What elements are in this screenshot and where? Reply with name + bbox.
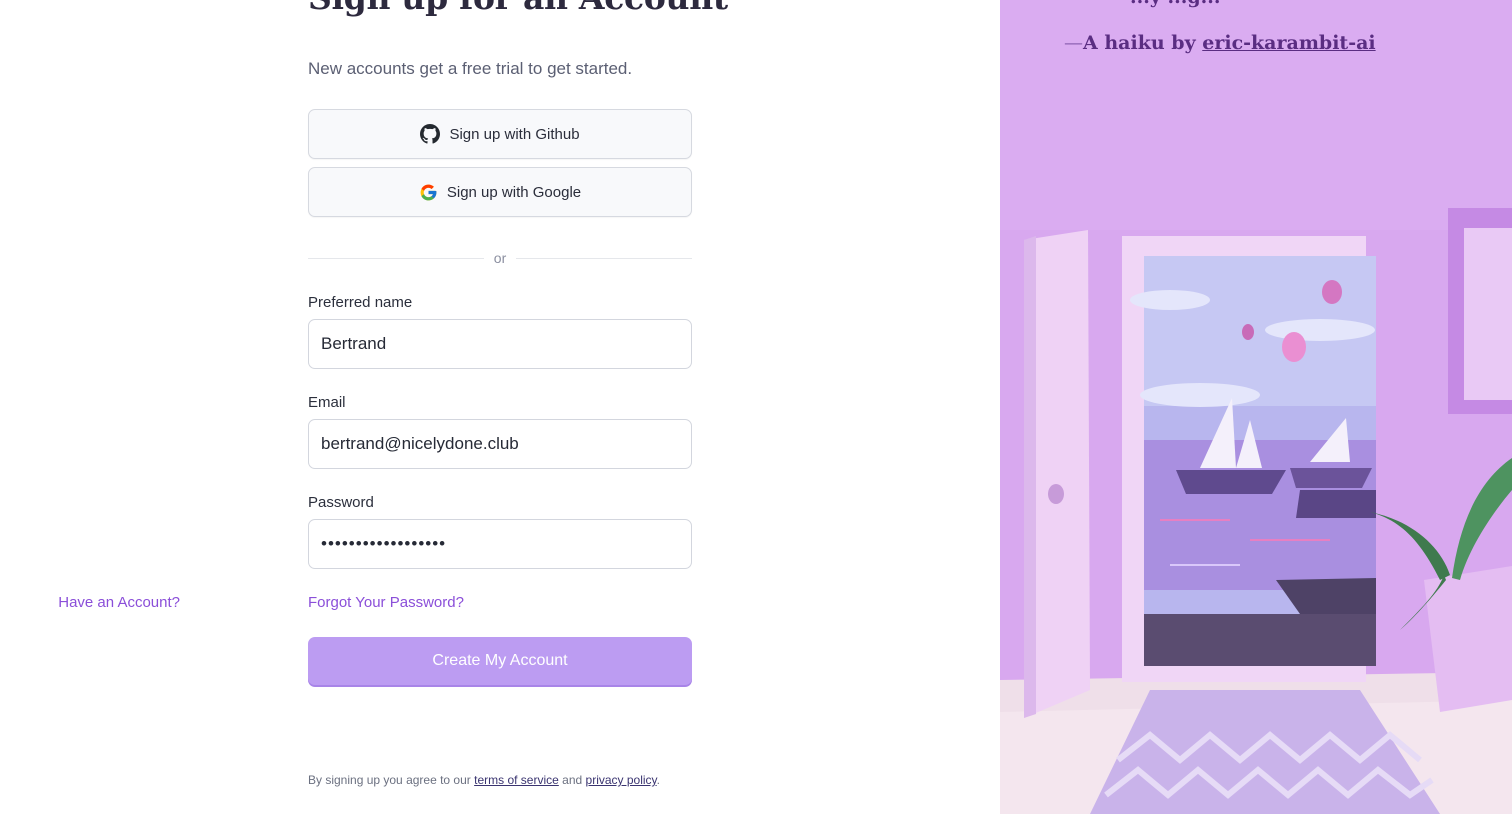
github-icon bbox=[420, 124, 441, 144]
password-field[interactable] bbox=[308, 519, 692, 569]
password-label: Password bbox=[308, 494, 374, 511]
legal-and: and bbox=[562, 773, 583, 787]
legal-prefix: By signing up you agree to our bbox=[308, 773, 471, 787]
doorway-illustration bbox=[1000, 0, 1512, 814]
divider-line-left bbox=[308, 257, 484, 259]
github-signup-button[interactable]: Sign up with Github bbox=[308, 109, 692, 159]
email-field[interactable] bbox=[308, 419, 692, 469]
divider-text: or bbox=[493, 250, 507, 266]
haiku-prefix: A haiku by bbox=[1083, 32, 1196, 54]
google-signup-label: Sign up with Google bbox=[446, 183, 582, 201]
legal-suffix: . bbox=[656, 773, 661, 787]
haiku-dash: — bbox=[1064, 32, 1083, 54]
page-title: Sign up for an Account bbox=[308, 0, 728, 17]
legal-notice: By signing up you agree to our terms of … bbox=[308, 773, 660, 787]
github-signup-label: Sign up with Github bbox=[449, 125, 580, 143]
haiku-author-link[interactable]: eric-karambit-ai bbox=[1202, 32, 1375, 54]
create-account-button[interactable]: Create My Account bbox=[308, 637, 692, 685]
divider-line-right bbox=[516, 257, 693, 259]
have-account-link[interactable]: Have an Account? bbox=[58, 594, 180, 611]
email-label: Email bbox=[308, 394, 346, 411]
privacy-policy-link[interactable]: privacy policy bbox=[586, 773, 657, 787]
name-label: Preferred name bbox=[308, 294, 413, 311]
google-icon bbox=[420, 184, 437, 200]
or-divider: or bbox=[308, 248, 693, 268]
haiku-credit: —A haiku by eric-karambit-ai bbox=[1064, 32, 1376, 54]
page-subtitle: New accounts get a free trial to get sta… bbox=[308, 59, 633, 78]
terms-of-service-link[interactable]: terms of service bbox=[474, 773, 559, 787]
name-field[interactable] bbox=[308, 319, 692, 369]
forgot-password-link[interactable]: Forgot Your Password? bbox=[308, 594, 464, 611]
illustration-panel: ...y ...g... —A haiku by eric-karambit-a… bbox=[1000, 0, 1512, 814]
haiku-text-top: ...y ...g... bbox=[1130, 0, 1220, 8]
signup-form-panel: Sign up for an Account New accounts get … bbox=[0, 0, 1000, 814]
google-signup-button[interactable]: Sign up with Google bbox=[308, 167, 692, 217]
